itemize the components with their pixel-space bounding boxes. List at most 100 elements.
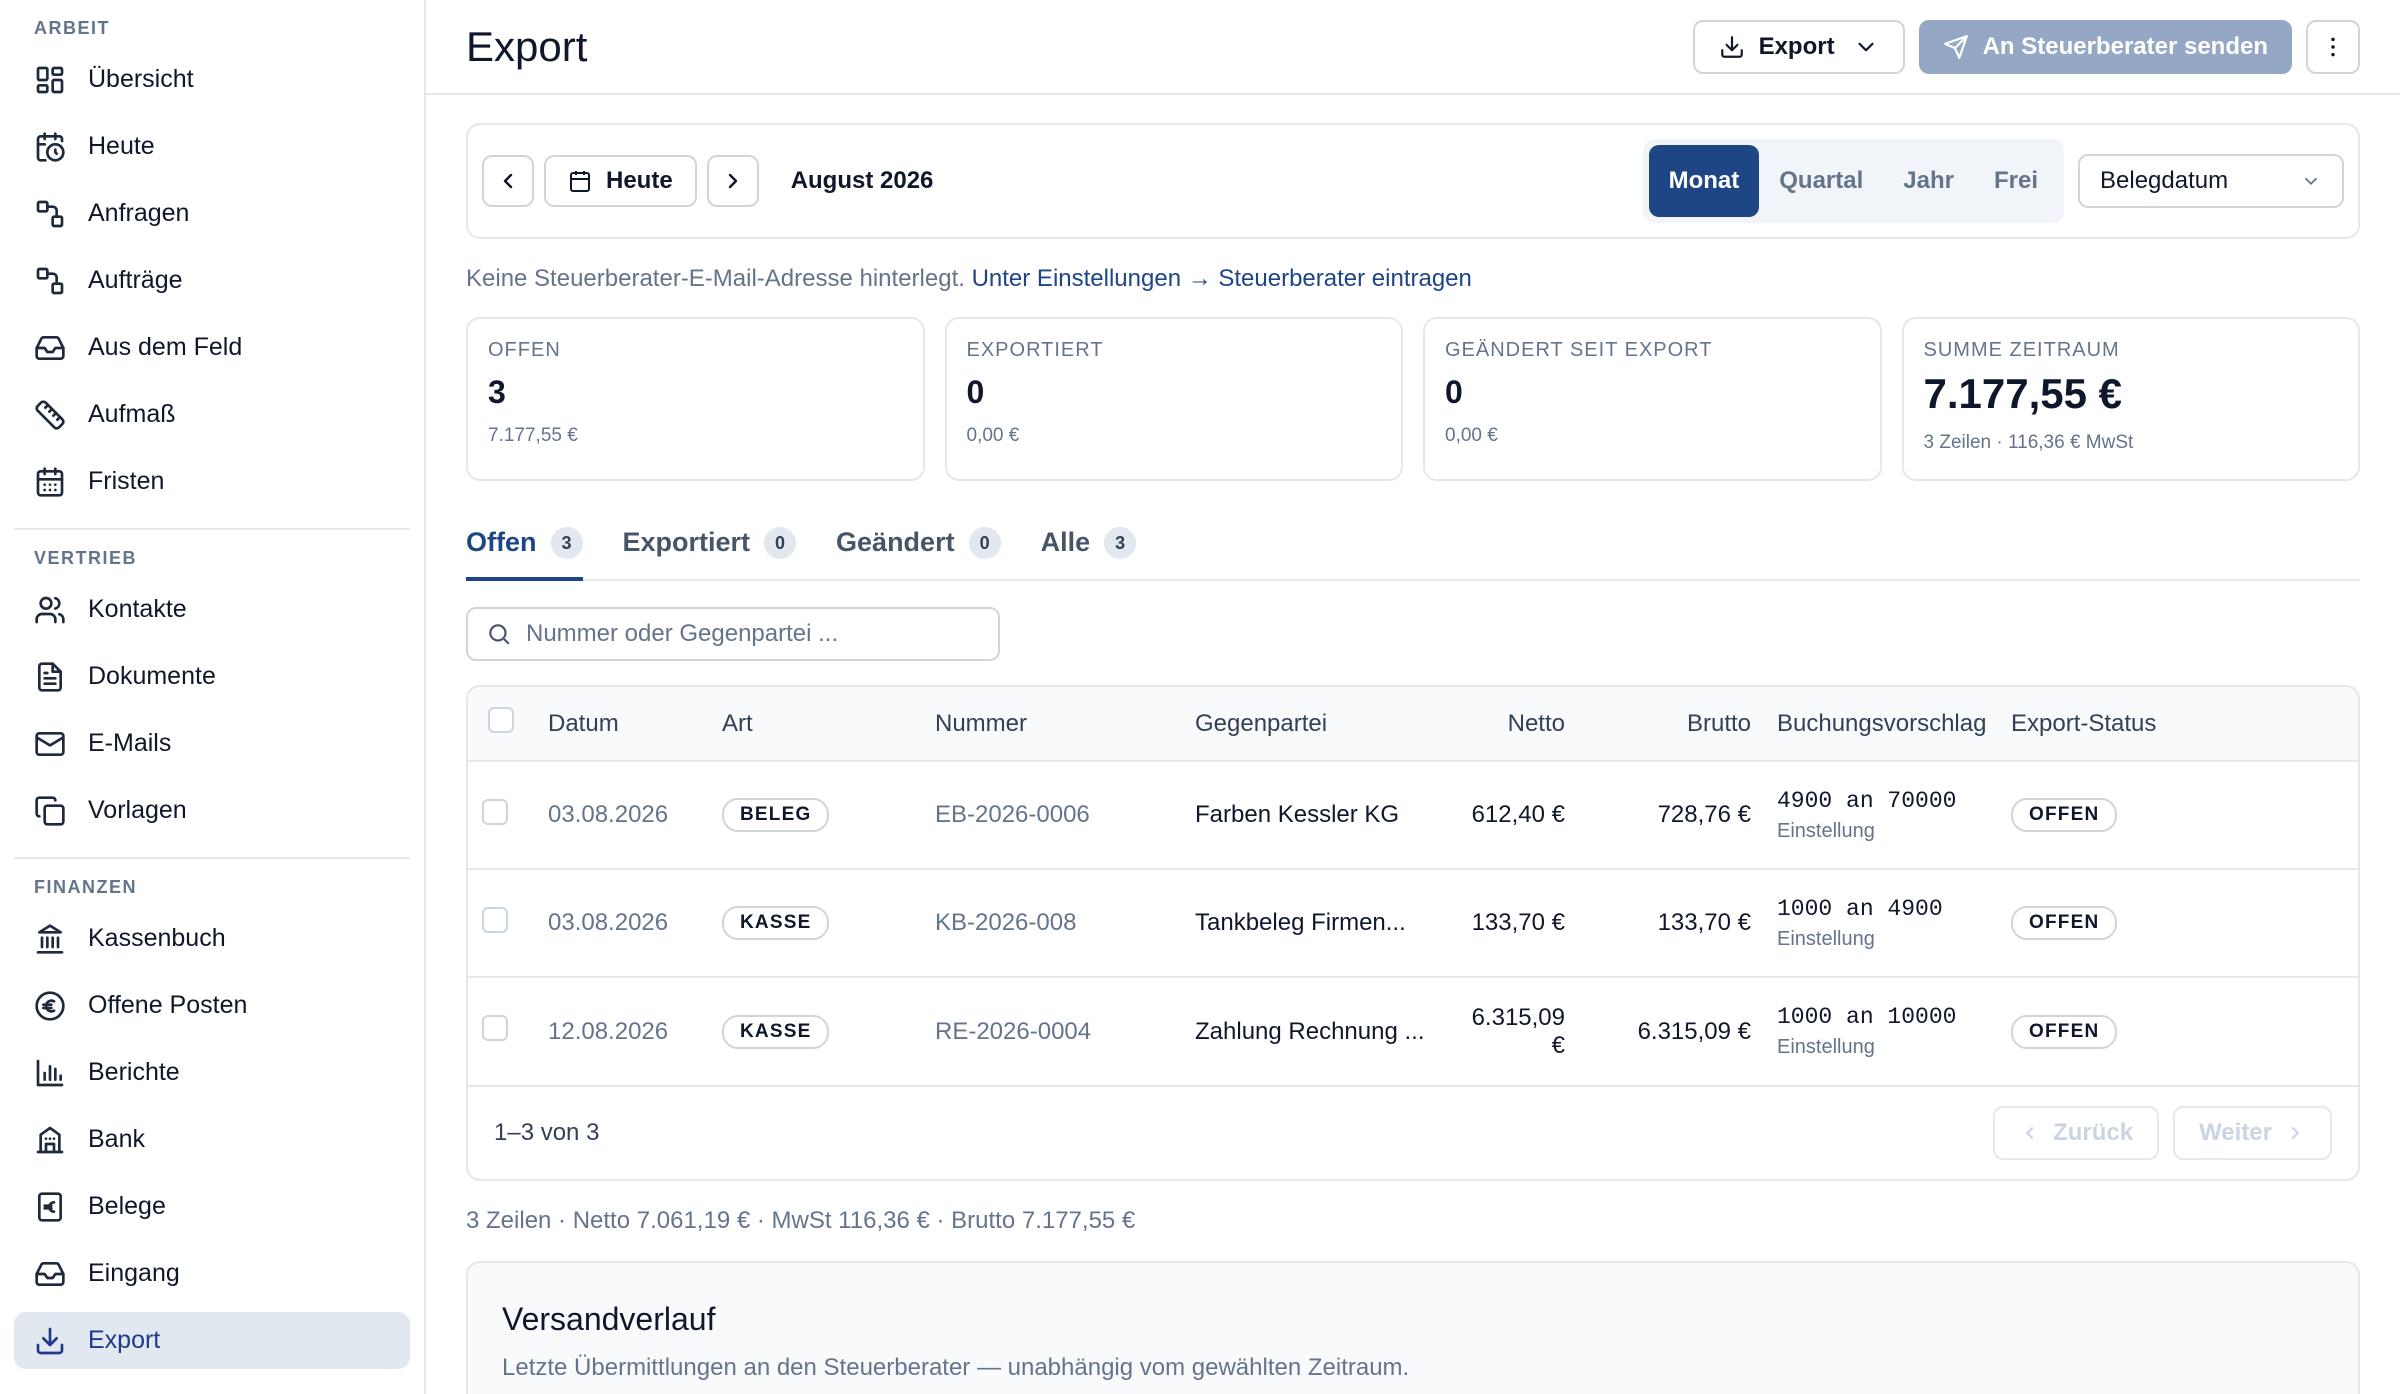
mail-icon (34, 728, 66, 760)
row-checkbox[interactable] (482, 1015, 508, 1041)
sidebar-item-label: E-Mails (88, 729, 172, 757)
sidebar-item-kassenbuch[interactable]: Kassenbuch (14, 910, 410, 967)
booking-source: Einstellung (1777, 1036, 1875, 1058)
sidebar-item-auftraege[interactable]: Aufträge (14, 252, 410, 309)
download-icon (34, 1325, 66, 1357)
sidebar-item-label: Kassenbuch (88, 924, 226, 952)
row-checkbox[interactable] (482, 798, 508, 825)
table-row[interactable]: 03.08.2026 KASSE KB-2026-008 Tankbeleg F… (468, 868, 2358, 977)
date-field-select[interactable]: Belegdatum (2078, 154, 2344, 208)
bank-icon (34, 923, 66, 955)
search-input[interactable] (526, 620, 980, 648)
cell-netto: 133,70 € (1455, 868, 1565, 977)
sidebar-item-bank[interactable]: Bank (14, 1111, 410, 1168)
inbox-icon (34, 1258, 66, 1290)
sidebar-item-offene-posten[interactable]: Offene Posten (14, 977, 410, 1034)
type-badge: KASSE (722, 906, 830, 940)
ruler-icon (34, 399, 66, 431)
cell-brutto: 6.315,09 € (1565, 976, 1751, 1085)
sidebar-item-berichte[interactable]: Berichte (14, 1044, 410, 1101)
count-badge: 0 (764, 527, 797, 559)
column-header[interactable]: Export-Status (2011, 687, 2358, 761)
sidebar-item-belege[interactable]: Belege (14, 1178, 410, 1235)
route-icon (34, 265, 66, 297)
stat-card-summe: SUMME ZEITRAUM 7.177,55 € 3 Zeilen · 116… (1901, 317, 2360, 481)
today-button[interactable]: Heute (544, 155, 697, 207)
table-row[interactable]: 03.08.2026 BELEG EB-2026-0006 Farben Kes… (468, 760, 2358, 869)
users-icon (34, 594, 66, 626)
sidebar-item-uebersicht[interactable]: Übersicht (14, 51, 410, 108)
next-page-button[interactable]: Weiter (2173, 1106, 2332, 1160)
cell-brutto: 728,76 € (1565, 760, 1751, 869)
tab-geaendert[interactable]: Geändert 0 (836, 521, 1001, 579)
booking-source: Einstellung (1777, 819, 1875, 842)
cell-gegenpartei: Farben Kessler KG (1195, 760, 1455, 869)
inbox-icon (34, 332, 66, 364)
stats-row: OFFEN 3 7.177,55 € EXPORTIERT 0 0,00 € G… (466, 317, 2360, 481)
segment-jahr[interactable]: Jahr (1883, 145, 1974, 217)
sidebar-item-e-mails[interactable]: E-Mails (14, 715, 410, 772)
cell-nummer: EB-2026-0006 (935, 760, 1195, 869)
sidebar-item-kontakte[interactable]: Kontakte (14, 581, 410, 638)
select-all-checkbox[interactable] (488, 707, 514, 733)
table-row[interactable]: 12.08.2026 KASSE RE-2026-0004 Zahlung Re… (468, 976, 2358, 1085)
column-header[interactable]: Buchungsvorschlag (1751, 687, 2011, 761)
calendar-icon (568, 169, 606, 193)
count-badge: 0 (968, 527, 1001, 559)
calendar-icon (34, 466, 66, 498)
column-header[interactable]: Netto (1455, 687, 1565, 761)
column-header[interactable]: Nummer (935, 687, 1195, 761)
type-badge: KASSE (722, 1014, 830, 1049)
tab-alle[interactable]: Alle 3 (1041, 521, 1137, 579)
column-header[interactable]: Art (722, 687, 935, 761)
next-period-button[interactable] (706, 155, 759, 207)
segment-monat[interactable]: Monat (1648, 145, 1760, 217)
sidebar-item-dokumente[interactable]: Dokumente (14, 648, 410, 705)
sidebar-section-finanzen: FINANZEN Kassenbuch Offene Posten Berich… (14, 857, 410, 1369)
status-badge: OFFEN (2011, 798, 2118, 832)
versandverlauf-title: Versandverlauf (502, 1301, 716, 1337)
period-selector: Heute August 2026 Monat Quartal Jahr Fre… (466, 123, 2360, 239)
sidebar-item-aufmass[interactable]: Aufmaß (14, 386, 410, 443)
sidebar-item-aus-dem-feld[interactable]: Aus dem Feld (14, 319, 410, 376)
count-badge: 3 (1104, 527, 1137, 559)
building-icon (34, 1124, 66, 1156)
sidebar-item-label: Anfragen (88, 199, 190, 227)
sidebar-section-title: FINANZEN (34, 877, 137, 897)
period-granularity-toggle: Monat Quartal Jahr Frei (1642, 139, 2064, 223)
send-to-tax-advisor-button[interactable]: An Steuerberater senden (1918, 19, 2292, 74)
sidebar-item-export[interactable]: Export (14, 1312, 410, 1369)
sidebar: ARBEIT Übersicht Heute Anfragen Aufträge… (0, 0, 426, 1394)
download-icon (1719, 34, 1745, 60)
sidebar-item-heute[interactable]: Heute (14, 118, 410, 175)
table-pagination: 1–3 von 3 Zurück Weiter (468, 1085, 2358, 1179)
tab-offen[interactable]: Offen 3 (466, 521, 583, 581)
previous-period-button[interactable] (482, 155, 534, 207)
segment-frei[interactable]: Frei (1974, 145, 2058, 217)
sidebar-section-title: VERTRIEB (34, 548, 138, 568)
column-header[interactable]: Datum (548, 687, 722, 761)
totals-summary: 3 Zeilen · Netto 7.061,19 € · MwSt 116,3… (466, 1207, 1136, 1234)
segment-quartal[interactable]: Quartal (1759, 145, 1883, 217)
sidebar-item-fristen[interactable]: Fristen (14, 453, 410, 510)
sidebar-section-arbeit: ARBEIT Übersicht Heute Anfragen Aufträge… (14, 0, 410, 510)
previous-page-label: Zurück (2053, 1119, 2134, 1146)
sidebar-item-vorlagen[interactable]: Vorlagen (14, 782, 410, 839)
tab-exportiert[interactable]: Exportiert 0 (623, 521, 797, 579)
settings-link[interactable]: Unter Einstellungen → Steuerberater eint… (972, 265, 1472, 292)
sidebar-item-label: Heute (88, 132, 155, 160)
sidebar-section-vertrieb: VERTRIEB Kontakte Dokumente E-Mails Vorl… (14, 528, 410, 839)
sidebar-item-eingang[interactable]: Eingang (14, 1245, 410, 1302)
cell-nummer: KB-2026-008 (935, 868, 1195, 977)
page-header: Export Export An Steuerberater senden (426, 0, 2400, 95)
sidebar-item-anfragen[interactable]: Anfragen (14, 185, 410, 242)
export-dropdown-button[interactable]: Export (1692, 19, 1905, 74)
row-checkbox[interactable] (482, 906, 508, 933)
sidebar-item-label: Übersicht (88, 65, 194, 93)
column-header[interactable]: Brutto (1565, 687, 1751, 761)
column-header[interactable]: Gegenpartei (1195, 687, 1455, 761)
more-options-button[interactable] (2306, 19, 2360, 74)
previous-page-button[interactable]: Zurück (1993, 1106, 2160, 1160)
stat-value: 0 (1445, 374, 1463, 410)
booking-suggestion: 4900 an 70000 (1777, 787, 1957, 814)
